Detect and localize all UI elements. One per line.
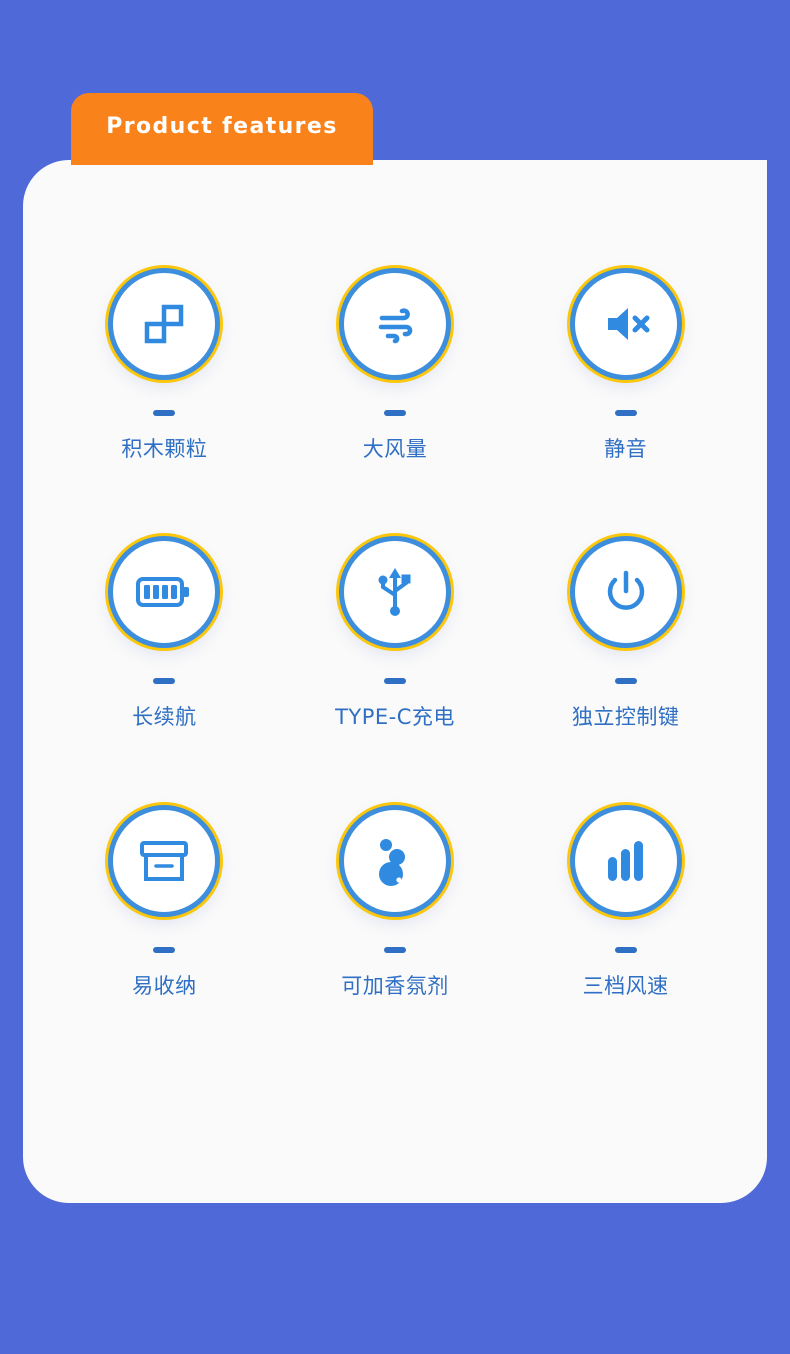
feature-item-battery[interactable]: 长续航 xyxy=(49,536,280,804)
feature-label: 易收纳 xyxy=(132,973,197,998)
feature-item-usb[interactable]: TYPE-C充电 xyxy=(280,536,511,804)
divider-dash xyxy=(614,678,637,685)
icon-circle xyxy=(338,536,451,649)
feature-grid: 积木颗粒 大风量 静音 长续航 TYPE-C充电 独立控制键 易收纳 可加香氛剂… xyxy=(23,160,767,1203)
signal-bars-icon xyxy=(603,837,649,885)
feature-item-mute[interactable]: 静音 xyxy=(510,268,741,536)
icon-circle xyxy=(569,268,682,380)
divider-dash xyxy=(383,946,406,953)
feature-item-building-blocks[interactable]: 积木颗粒 xyxy=(49,268,280,536)
divider-dash xyxy=(614,410,637,416)
icon-circle xyxy=(569,804,682,917)
feature-label: 独立控制键 xyxy=(571,705,680,730)
building-blocks-icon xyxy=(138,298,190,350)
feature-label: 静音 xyxy=(604,437,648,461)
feature-item-storage[interactable]: 易收纳 xyxy=(49,804,280,1073)
wind-icon xyxy=(368,297,422,351)
feature-label: 积木颗粒 xyxy=(121,437,208,461)
usb-icon xyxy=(373,565,417,619)
icon-circle xyxy=(108,536,221,649)
feature-item-speed[interactable]: 三档风速 xyxy=(510,804,741,1073)
feature-label: 可加香氛剂 xyxy=(341,973,449,998)
divider-dash xyxy=(383,678,406,685)
feature-item-wind[interactable]: 大风量 xyxy=(280,268,511,536)
divider-dash xyxy=(153,678,176,685)
feature-label: 三档风速 xyxy=(582,973,669,998)
feature-label: 大风量 xyxy=(362,437,428,461)
divider-dash xyxy=(383,410,406,416)
power-button-icon xyxy=(601,567,651,617)
icon-circle xyxy=(108,268,221,380)
feature-label: 长续航 xyxy=(132,705,197,730)
battery-full-icon xyxy=(136,574,192,610)
icon-circle xyxy=(338,804,451,917)
divider-dash xyxy=(153,410,176,416)
mute-speaker-icon xyxy=(599,298,653,350)
icon-circle xyxy=(338,268,451,380)
droplets-icon xyxy=(372,836,418,886)
feature-item-aroma[interactable]: 可加香氛剂 xyxy=(280,804,511,1073)
features-card: 积木颗粒 大风量 静音 长续航 TYPE-C充电 独立控制键 易收纳 可加香氛剂… xyxy=(23,160,767,1203)
divider-dash xyxy=(614,946,637,953)
product-features-tab: Product features xyxy=(71,93,373,165)
divider-dash xyxy=(153,946,176,953)
feature-label: TYPE-C充电 xyxy=(335,705,455,730)
product-features-page: Product features 积木颗粒 大风量 静音 长续航 TYPE-C充… xyxy=(0,0,790,1354)
storage-box-icon xyxy=(138,839,190,883)
icon-circle xyxy=(108,804,221,917)
icon-circle xyxy=(569,536,682,649)
page-title: Product features xyxy=(106,113,338,139)
feature-item-power[interactable]: 独立控制键 xyxy=(510,536,741,804)
